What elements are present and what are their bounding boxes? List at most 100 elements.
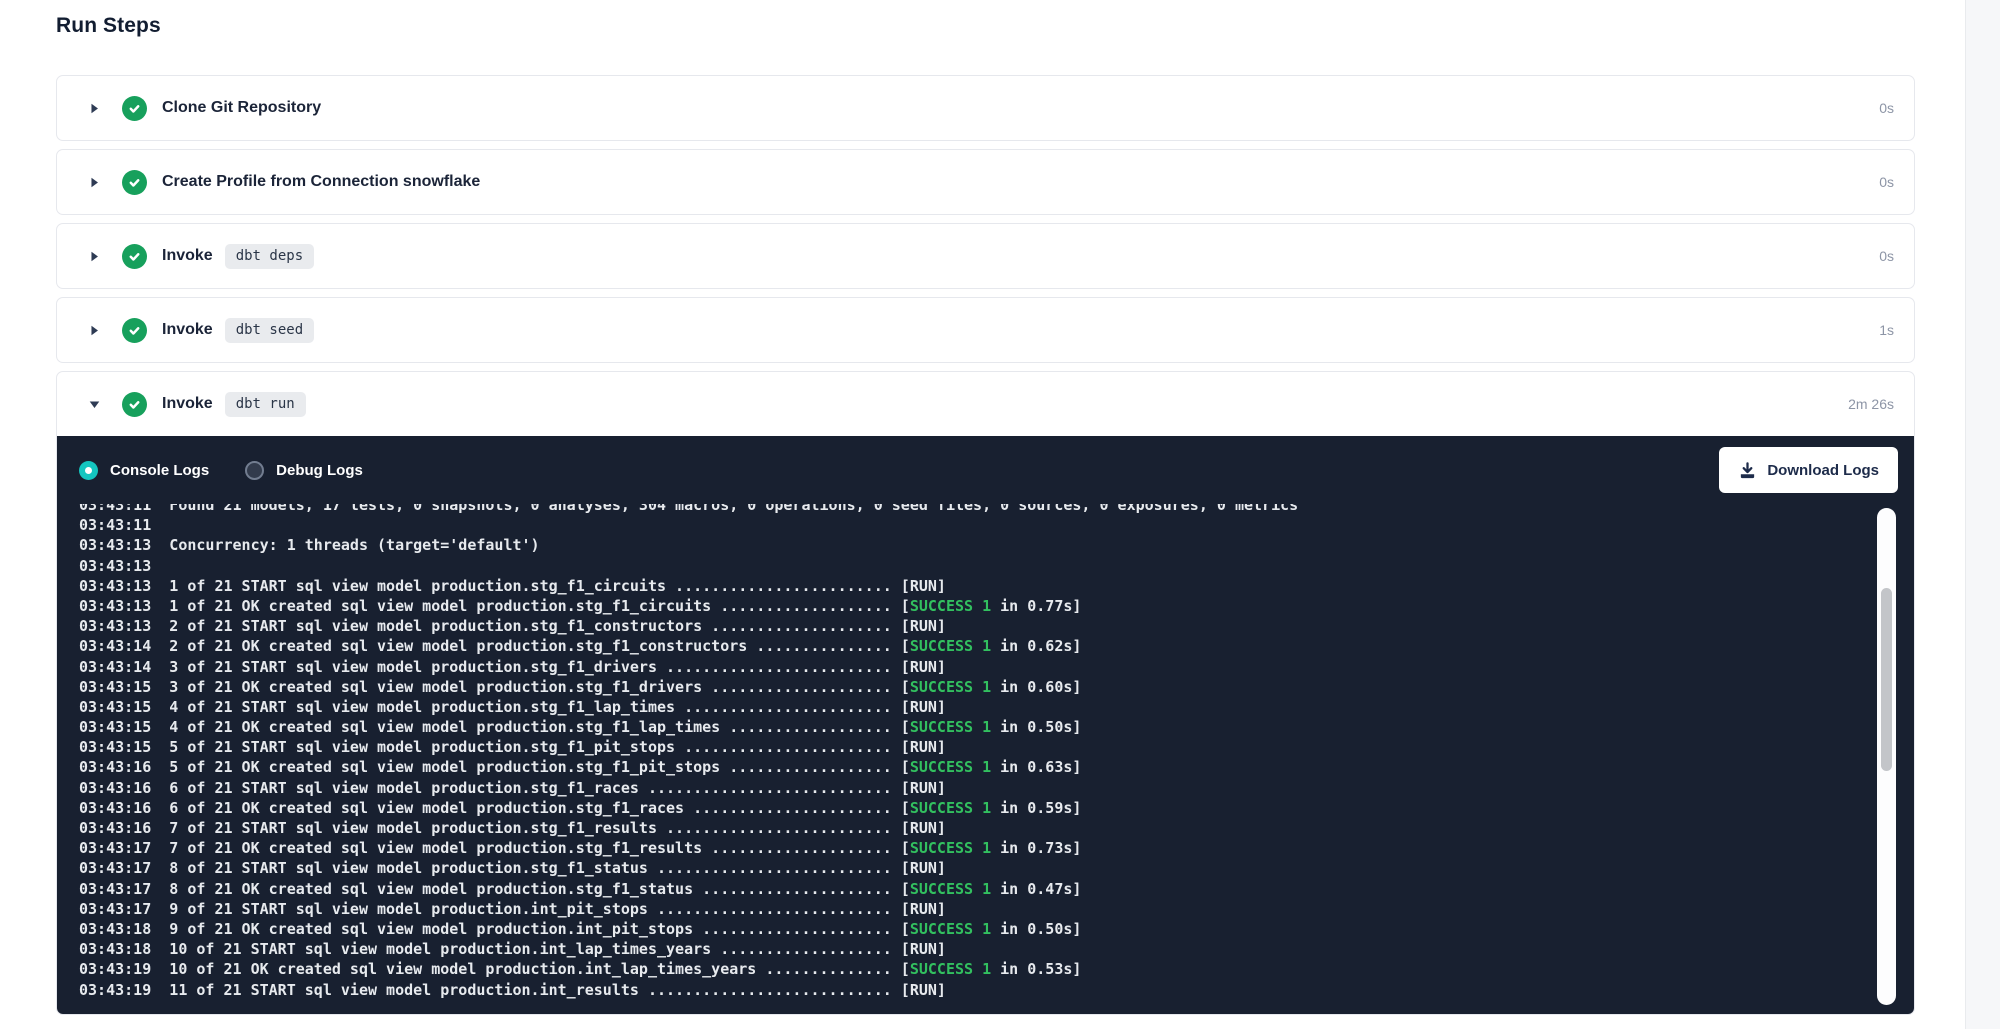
step-duration: 0s xyxy=(1879,174,1894,190)
log-message: 7 of 21 START sql view model production.… xyxy=(151,819,946,837)
log-status-duration: in 0.53s] xyxy=(991,960,1081,978)
download-logs-label: Download Logs xyxy=(1767,462,1879,479)
log-line: 03:43:16 5 of 21 OK created sql view mod… xyxy=(79,757,1914,777)
log-line: 03:43:15 3 of 21 OK created sql view mod… xyxy=(79,677,1914,697)
caret-right-icon[interactable] xyxy=(88,250,101,263)
log-status-duration: in 0.59s] xyxy=(991,799,1081,817)
log-line: 03:43:13 1 of 21 OK created sql view mod… xyxy=(79,596,1914,616)
log-timestamp: 03:43:16 xyxy=(79,758,151,776)
download-logs-button[interactable]: Download Logs xyxy=(1719,447,1898,493)
log-line: 03:43:16 7 of 21 START sql view model pr… xyxy=(79,818,1914,838)
step-duration: 1s xyxy=(1879,322,1894,338)
console-panel: Console Logs Debug Logs Download Logs 03… xyxy=(57,436,1914,1014)
step-label: Invoke xyxy=(162,321,213,339)
log-message: 5 of 21 START sql view model production.… xyxy=(151,738,946,756)
log-message: 2 of 21 START sql view model production.… xyxy=(151,617,946,635)
log-status-duration: in 0.60s] xyxy=(991,678,1081,696)
log-timestamp: 03:43:14 xyxy=(79,637,151,655)
log-message: 10 of 21 OK created sql view model produ… xyxy=(151,960,910,978)
log-line: 03:43:15 4 of 21 START sql view model pr… xyxy=(79,697,1914,717)
caret-right-icon[interactable] xyxy=(88,102,101,115)
log-line: 03:43:16 6 of 21 OK created sql view mod… xyxy=(79,798,1914,818)
log-line: 03:43:15 4 of 21 OK created sql view mod… xyxy=(79,717,1914,737)
log-message: Found 21 models, 17 tests, 0 snapshots, … xyxy=(151,504,1298,514)
log-line: 03:43:17 7 of 21 OK created sql view mod… xyxy=(79,838,1914,858)
caret-down-icon[interactable] xyxy=(88,398,101,411)
log-tabs: Console Logs Debug Logs xyxy=(79,461,399,480)
log-message: 3 of 21 OK created sql view model produc… xyxy=(151,678,910,696)
step-card-4: Invoke dbt seed 1s xyxy=(56,297,1915,363)
step-command-badge: dbt seed xyxy=(225,318,314,343)
log-line: 03:43:13 2 of 21 START sql view model pr… xyxy=(79,616,1914,636)
radio-icon xyxy=(79,461,98,480)
step-card-3: Invoke dbt deps 0s xyxy=(56,223,1915,289)
log-message: 6 of 21 START sql view model production.… xyxy=(151,779,946,797)
log-message: 10 of 21 START sql view model production… xyxy=(151,940,946,958)
step-success-check-icon xyxy=(122,244,147,269)
log-status-duration: in 0.62s] xyxy=(991,637,1081,655)
log-status-duration: in 0.63s] xyxy=(991,758,1081,776)
log-message: 4 of 21 START sql view model production.… xyxy=(151,698,946,716)
log-message: 1 of 21 START sql view model production.… xyxy=(151,577,946,595)
log-timestamp: 03:43:15 xyxy=(79,698,151,716)
log-line: 03:43:13 1 of 21 START sql view model pr… xyxy=(79,576,1914,596)
console-logs-radio[interactable]: Console Logs xyxy=(79,461,209,480)
log-status-success: SUCCESS 1 xyxy=(910,758,991,776)
log-timestamp: 03:43:16 xyxy=(79,779,151,797)
log-timestamp: 03:43:13 xyxy=(79,557,151,575)
step-duration: 0s xyxy=(1879,100,1894,116)
log-line: 03:43:13 xyxy=(79,556,1914,576)
step-header-row[interactable]: Invoke dbt run 2m 26s xyxy=(57,372,1914,436)
debug-logs-radio[interactable]: Debug Logs xyxy=(245,461,363,480)
step-header-row[interactable]: Clone Git Repository 0s xyxy=(57,76,1914,140)
step-command-badge: dbt run xyxy=(225,392,306,417)
log-line: 03:43:14 2 of 21 OK created sql view mod… xyxy=(79,636,1914,656)
log-line: 03:43:11 Found 21 models, 17 tests, 0 sn… xyxy=(79,504,1914,515)
log-message: 2 of 21 OK created sql view model produc… xyxy=(151,637,910,655)
console-log-viewport[interactable]: 03:43:11 Found 21 models, 17 tests, 0 sn… xyxy=(57,504,1914,1014)
step-label: Invoke xyxy=(162,395,213,413)
log-status-success: SUCCESS 1 xyxy=(910,678,991,696)
log-timestamp: 03:43:15 xyxy=(79,738,151,756)
log-line: 03:43:18 10 of 21 START sql view model p… xyxy=(79,939,1914,959)
log-status-duration: in 0.50s] xyxy=(991,718,1081,736)
log-status-success: SUCCESS 1 xyxy=(910,920,991,938)
log-line: 03:43:15 5 of 21 START sql view model pr… xyxy=(79,737,1914,757)
step-duration: 2m 26s xyxy=(1848,396,1894,412)
log-line: 03:43:17 8 of 21 OK created sql view mod… xyxy=(79,879,1914,899)
step-header-row[interactable]: Invoke dbt deps 0s xyxy=(57,224,1914,288)
radio-icon xyxy=(245,461,264,480)
log-status-duration: in 0.73s] xyxy=(991,839,1081,857)
log-line: 03:43:18 9 of 21 OK created sql view mod… xyxy=(79,919,1914,939)
caret-right-icon[interactable] xyxy=(88,176,101,189)
step-label: Invoke xyxy=(162,247,213,265)
step-success-check-icon xyxy=(122,318,147,343)
step-success-check-icon xyxy=(122,170,147,195)
log-message: 1 of 21 OK created sql view model produc… xyxy=(151,597,910,615)
log-status-success: SUCCESS 1 xyxy=(910,960,991,978)
log-timestamp: 03:43:18 xyxy=(79,940,151,958)
log-message: 6 of 21 OK created sql view model produc… xyxy=(151,799,910,817)
download-icon xyxy=(1738,461,1757,480)
log-message: 9 of 21 START sql view model production.… xyxy=(151,900,946,918)
step-label: Create Profile from Connection snowflake xyxy=(162,173,480,191)
scrollbar-thumb[interactable] xyxy=(1881,588,1892,771)
scrollbar-track[interactable] xyxy=(1877,508,1896,1005)
log-status-success: SUCCESS 1 xyxy=(910,718,991,736)
step-header-row[interactable]: Invoke dbt seed 1s xyxy=(57,298,1914,362)
radio-label: Debug Logs xyxy=(276,462,363,479)
log-timestamp: 03:43:13 xyxy=(79,577,151,595)
log-message xyxy=(151,557,169,575)
log-timestamp: 03:43:14 xyxy=(79,658,151,676)
caret-right-icon[interactable] xyxy=(88,324,101,337)
console-log-lines: 03:43:11 Found 21 models, 17 tests, 0 sn… xyxy=(79,504,1914,1000)
log-timestamp: 03:43:17 xyxy=(79,859,151,877)
step-header-row[interactable]: Create Profile from Connection snowflake… xyxy=(57,150,1914,214)
log-status-success: SUCCESS 1 xyxy=(910,799,991,817)
log-line: 03:43:14 3 of 21 START sql view model pr… xyxy=(79,657,1914,677)
log-status-duration: in 0.50s] xyxy=(991,920,1081,938)
log-line: 03:43:11 xyxy=(79,515,1914,535)
console-header: Console Logs Debug Logs Download Logs xyxy=(57,436,1914,504)
step-card-5: Invoke dbt run 2m 26s Console Logs Debug… xyxy=(56,371,1915,1015)
log-status-duration: in 0.77s] xyxy=(991,597,1081,615)
